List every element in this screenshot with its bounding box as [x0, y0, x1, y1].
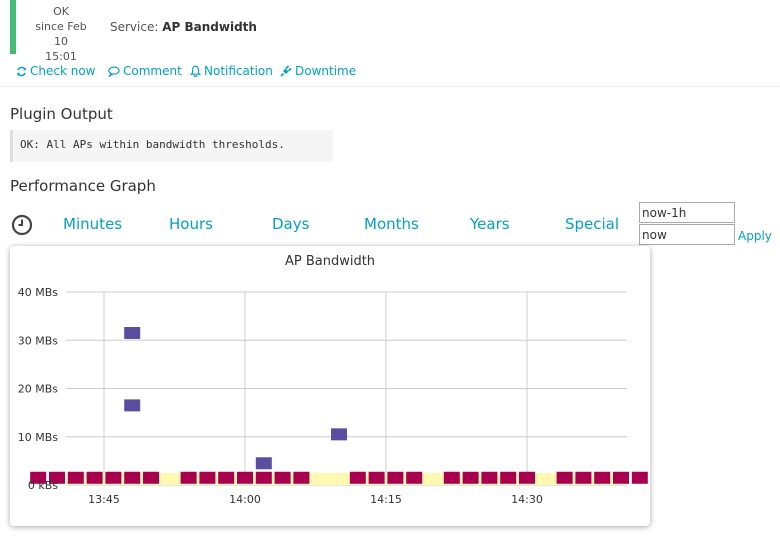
baseline-mark — [199, 471, 216, 484]
baseline-mark — [500, 471, 517, 484]
performance-graph: AP Bandwidth 0 kBs 10 MBs 20 MBs 30 MBs 40 M… — [10, 246, 705, 526]
baseline-mark — [293, 471, 310, 484]
baseline-mark — [556, 471, 573, 484]
baseline-mark — [443, 471, 460, 484]
range-minutes[interactable]: Minutes — [63, 215, 122, 233]
divider — [0, 86, 780, 87]
time-to-input[interactable] — [639, 224, 735, 245]
downtime-link[interactable]: Downtime — [280, 64, 356, 78]
baseline-mark — [462, 471, 479, 484]
bell-icon — [189, 65, 202, 77]
baseline-mark — [105, 471, 122, 484]
service-title: Service: AP Bandwidth — [110, 20, 257, 34]
baseline-mark — [255, 471, 272, 484]
chart-svg: AP Bandwidth 0 kBs 10 MBs 20 MBs 30 MBs 40 M… — [18, 254, 705, 506]
baseline-mark — [387, 471, 404, 484]
baseline-mark — [349, 471, 366, 484]
apply-button[interactable]: Apply — [738, 229, 772, 243]
baseline-mark — [180, 471, 197, 484]
service-name: AP Bandwidth — [162, 20, 257, 34]
baseline-mark — [575, 471, 592, 484]
data-point — [255, 457, 272, 470]
plugin-output-text: OK: All APs within bandwidth thresholds. — [20, 138, 285, 151]
x-tick-label: 14:00 — [229, 493, 261, 506]
check-now-label: Check now — [30, 64, 96, 78]
plugin-output-heading: Plugin Output — [10, 105, 113, 123]
downtime-label: Downtime — [295, 64, 357, 78]
y-tick-label: 30 MBs — [18, 334, 59, 347]
range-days[interactable]: Days — [272, 215, 309, 233]
data-point — [331, 428, 347, 441]
baseline-mark — [86, 471, 103, 484]
status-color-bar — [10, 0, 16, 54]
performance-graph-heading: Performance Graph — [10, 177, 156, 195]
clock-icon[interactable] — [11, 214, 33, 236]
time-from-input[interactable] — [639, 202, 735, 223]
check-now-link[interactable]: Check now — [16, 64, 96, 78]
plugin-output-box: OK: All APs within bandwidth thresholds. — [10, 130, 333, 162]
baseline-mark — [124, 471, 141, 484]
data-point — [124, 327, 141, 340]
baseline-mark — [368, 471, 385, 484]
state-since: since Feb 10 — [35, 20, 87, 48]
range-months[interactable]: Months — [364, 215, 419, 233]
baseline-mark — [613, 471, 629, 484]
y-tick-label: 10 MBs — [18, 431, 59, 444]
range-hours[interactable]: Hours — [169, 215, 213, 233]
baseline-mark — [631, 471, 648, 484]
data-point — [124, 399, 141, 412]
y-tick-label: 20 MBs — [18, 383, 59, 396]
plug-icon — [280, 65, 292, 77]
baseline-mark — [274, 471, 291, 484]
notification-label: Notification — [204, 64, 273, 78]
baseline-mark — [519, 471, 535, 484]
notification-link[interactable]: Notification — [189, 64, 273, 78]
comment-icon — [108, 66, 120, 78]
baseline-mark — [237, 471, 253, 484]
range-years[interactable]: Years — [470, 215, 510, 233]
x-tick-label: 14:15 — [370, 493, 402, 506]
baseline-mark — [594, 471, 611, 484]
status-header: OK since Feb 10 15:01 Service: AP Bandwi… — [10, 0, 780, 63]
state-box: OK since Feb 10 15:01 — [28, 4, 94, 64]
y-tick-label: 40 MBs — [18, 286, 59, 299]
comment-link[interactable]: Comment — [108, 64, 182, 78]
state-time: 15:01 — [45, 50, 77, 63]
baseline-mark — [143, 471, 159, 484]
range-special[interactable]: Special — [565, 215, 619, 233]
baseline-mark — [406, 471, 423, 484]
x-tick-label: 14:30 — [511, 493, 543, 506]
chart-title: AP Bandwidth — [285, 254, 375, 269]
x-tick-label: 13:45 — [88, 493, 120, 506]
comment-label: Comment — [123, 64, 182, 78]
baseline-mark — [218, 471, 235, 484]
baseline-mark — [67, 471, 84, 484]
refresh-icon — [17, 66, 26, 77]
state-label: OK — [53, 5, 69, 18]
y-tick-label: 0 kBs — [28, 479, 58, 492]
service-label: Service: — [110, 20, 159, 34]
baseline-mark — [481, 471, 498, 484]
